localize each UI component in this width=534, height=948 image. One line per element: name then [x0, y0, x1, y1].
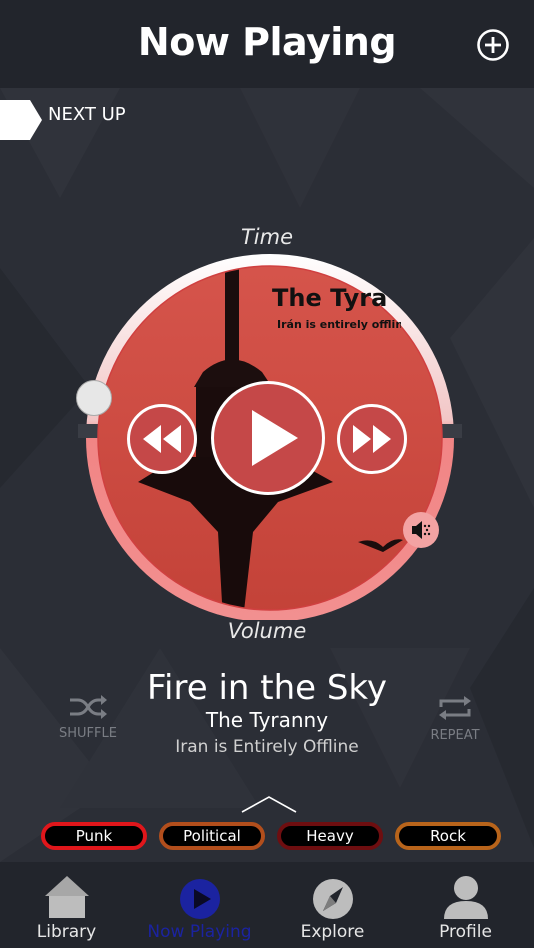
album-art-title: The Tyra — [272, 284, 388, 312]
play-icon — [252, 410, 298, 466]
tab-bar: Library Now Playing Explore Profile — [0, 862, 534, 948]
tag-heavy[interactable]: Heavy — [277, 822, 383, 850]
shuffle-label: SHUFFLE — [59, 726, 117, 741]
user-icon — [443, 876, 488, 919]
chevron-up-icon[interactable] — [240, 794, 298, 814]
fast-forward-button[interactable] — [337, 404, 407, 474]
tab-explore[interactable]: Explore — [266, 862, 399, 948]
tab-now-playing[interactable]: Now Playing — [133, 862, 266, 948]
rewind-icon — [143, 425, 181, 453]
header-bar: Now Playing — [0, 0, 534, 88]
next-up-arrow-icon — [0, 100, 42, 140]
tab-explore-label: Explore — [300, 922, 365, 942]
speaker-icon — [412, 521, 431, 539]
tag-rock[interactable]: Rock — [395, 822, 501, 850]
tab-library-label: Library — [36, 922, 97, 942]
play-circle-icon — [179, 879, 220, 919]
repeat-icon — [439, 696, 471, 720]
tab-profile[interactable]: Profile — [399, 862, 532, 948]
tag-political[interactable]: Political — [159, 822, 265, 850]
tab-profile-label: Profile — [439, 922, 492, 942]
repeat-button[interactable]: REPEAT — [415, 694, 495, 743]
volume-slider-knob[interactable] — [403, 512, 439, 548]
time-slider-knob[interactable] — [76, 380, 112, 416]
volume-label: Volume — [227, 619, 307, 643]
plus-circle-icon[interactable] — [476, 28, 510, 62]
rewind-button[interactable] — [127, 404, 197, 474]
next-up-button[interactable]: NEXT UP — [0, 100, 126, 140]
tab-library[interactable]: Library — [0, 862, 133, 948]
time-label: Time — [240, 225, 294, 249]
tab-now-playing-label: Now Playing — [147, 922, 252, 942]
tag-punk[interactable]: Punk — [41, 822, 147, 850]
compass-icon — [312, 879, 353, 919]
shuffle-icon — [70, 695, 107, 719]
fast-forward-icon — [353, 425, 391, 453]
shuffle-button[interactable]: SHUFFLE — [48, 694, 128, 741]
repeat-label: REPEAT — [430, 728, 480, 743]
page-title: Now Playing — [137, 20, 397, 64]
next-up-label: NEXT UP — [48, 104, 126, 125]
album-art-subtitle: Irán is entirely offline — [277, 318, 401, 331]
house-icon — [44, 876, 89, 918]
play-button[interactable] — [211, 381, 325, 495]
